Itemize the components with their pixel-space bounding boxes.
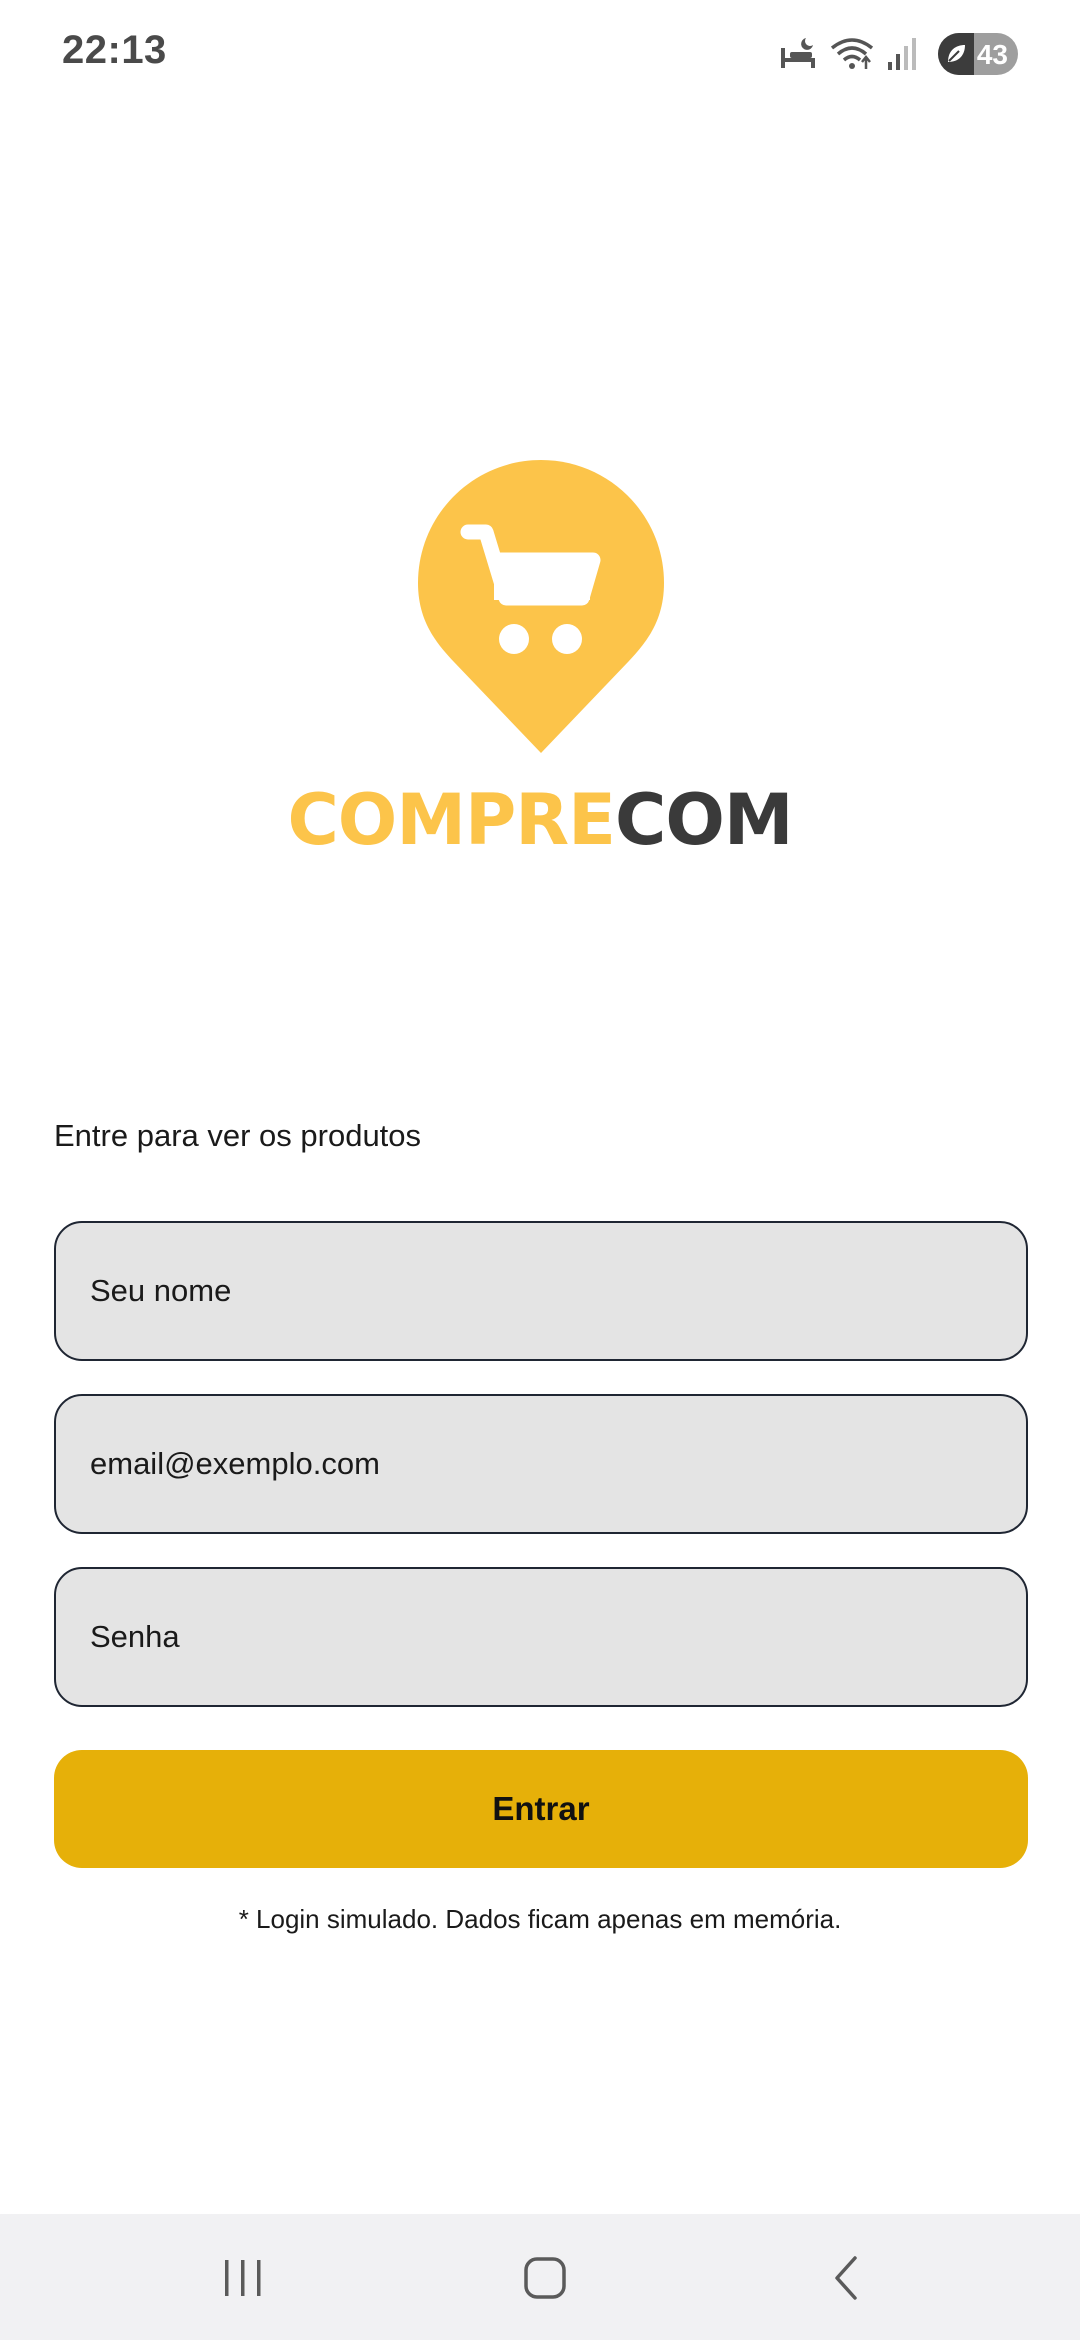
app-logo: COMPRECOM: [0, 460, 1080, 860]
wifi-icon: [828, 34, 876, 74]
back-icon: [835, 2256, 857, 2300]
login-footnote: * Login simulado. Dados ficam apenas em …: [238, 1904, 842, 1934]
recents-button[interactable]: [198, 2238, 288, 2318]
home-icon: [524, 2257, 566, 2299]
login-screen: 22:13 43 COMPRECOM Entre para ver os pro…: [0, 0, 1080, 2340]
shopping-cart-location-pin-icon: [418, 460, 664, 753]
status-icons: 43: [778, 32, 1018, 76]
back-button[interactable]: [802, 2238, 892, 2318]
name-input[interactable]: [54, 1221, 1028, 1361]
home-button[interactable]: [500, 2238, 590, 2318]
recents-icon: [225, 2260, 261, 2296]
status-time: 22:13: [62, 28, 167, 72]
navigation-bar: [0, 2214, 1080, 2340]
email-input[interactable]: [54, 1394, 1028, 1534]
status-bar: 22:13 43: [0, 0, 1080, 110]
logo-word-compre: COMPRE: [287, 779, 616, 861]
battery-saver-icon: [944, 42, 968, 66]
signal-icon: [886, 34, 920, 74]
password-input[interactable]: [54, 1567, 1028, 1707]
form-heading: Entre para ver os produtos: [54, 1118, 422, 1153]
login-button[interactable]: Entrar: [54, 1750, 1028, 1868]
logo-wordmark: COMPRECOM: [0, 785, 1080, 855]
battery-indicator: 43: [938, 33, 1018, 75]
battery-level: 43: [976, 39, 1008, 70]
sleep-mode-icon: [778, 34, 818, 74]
logo-word-com: COM: [615, 779, 794, 861]
